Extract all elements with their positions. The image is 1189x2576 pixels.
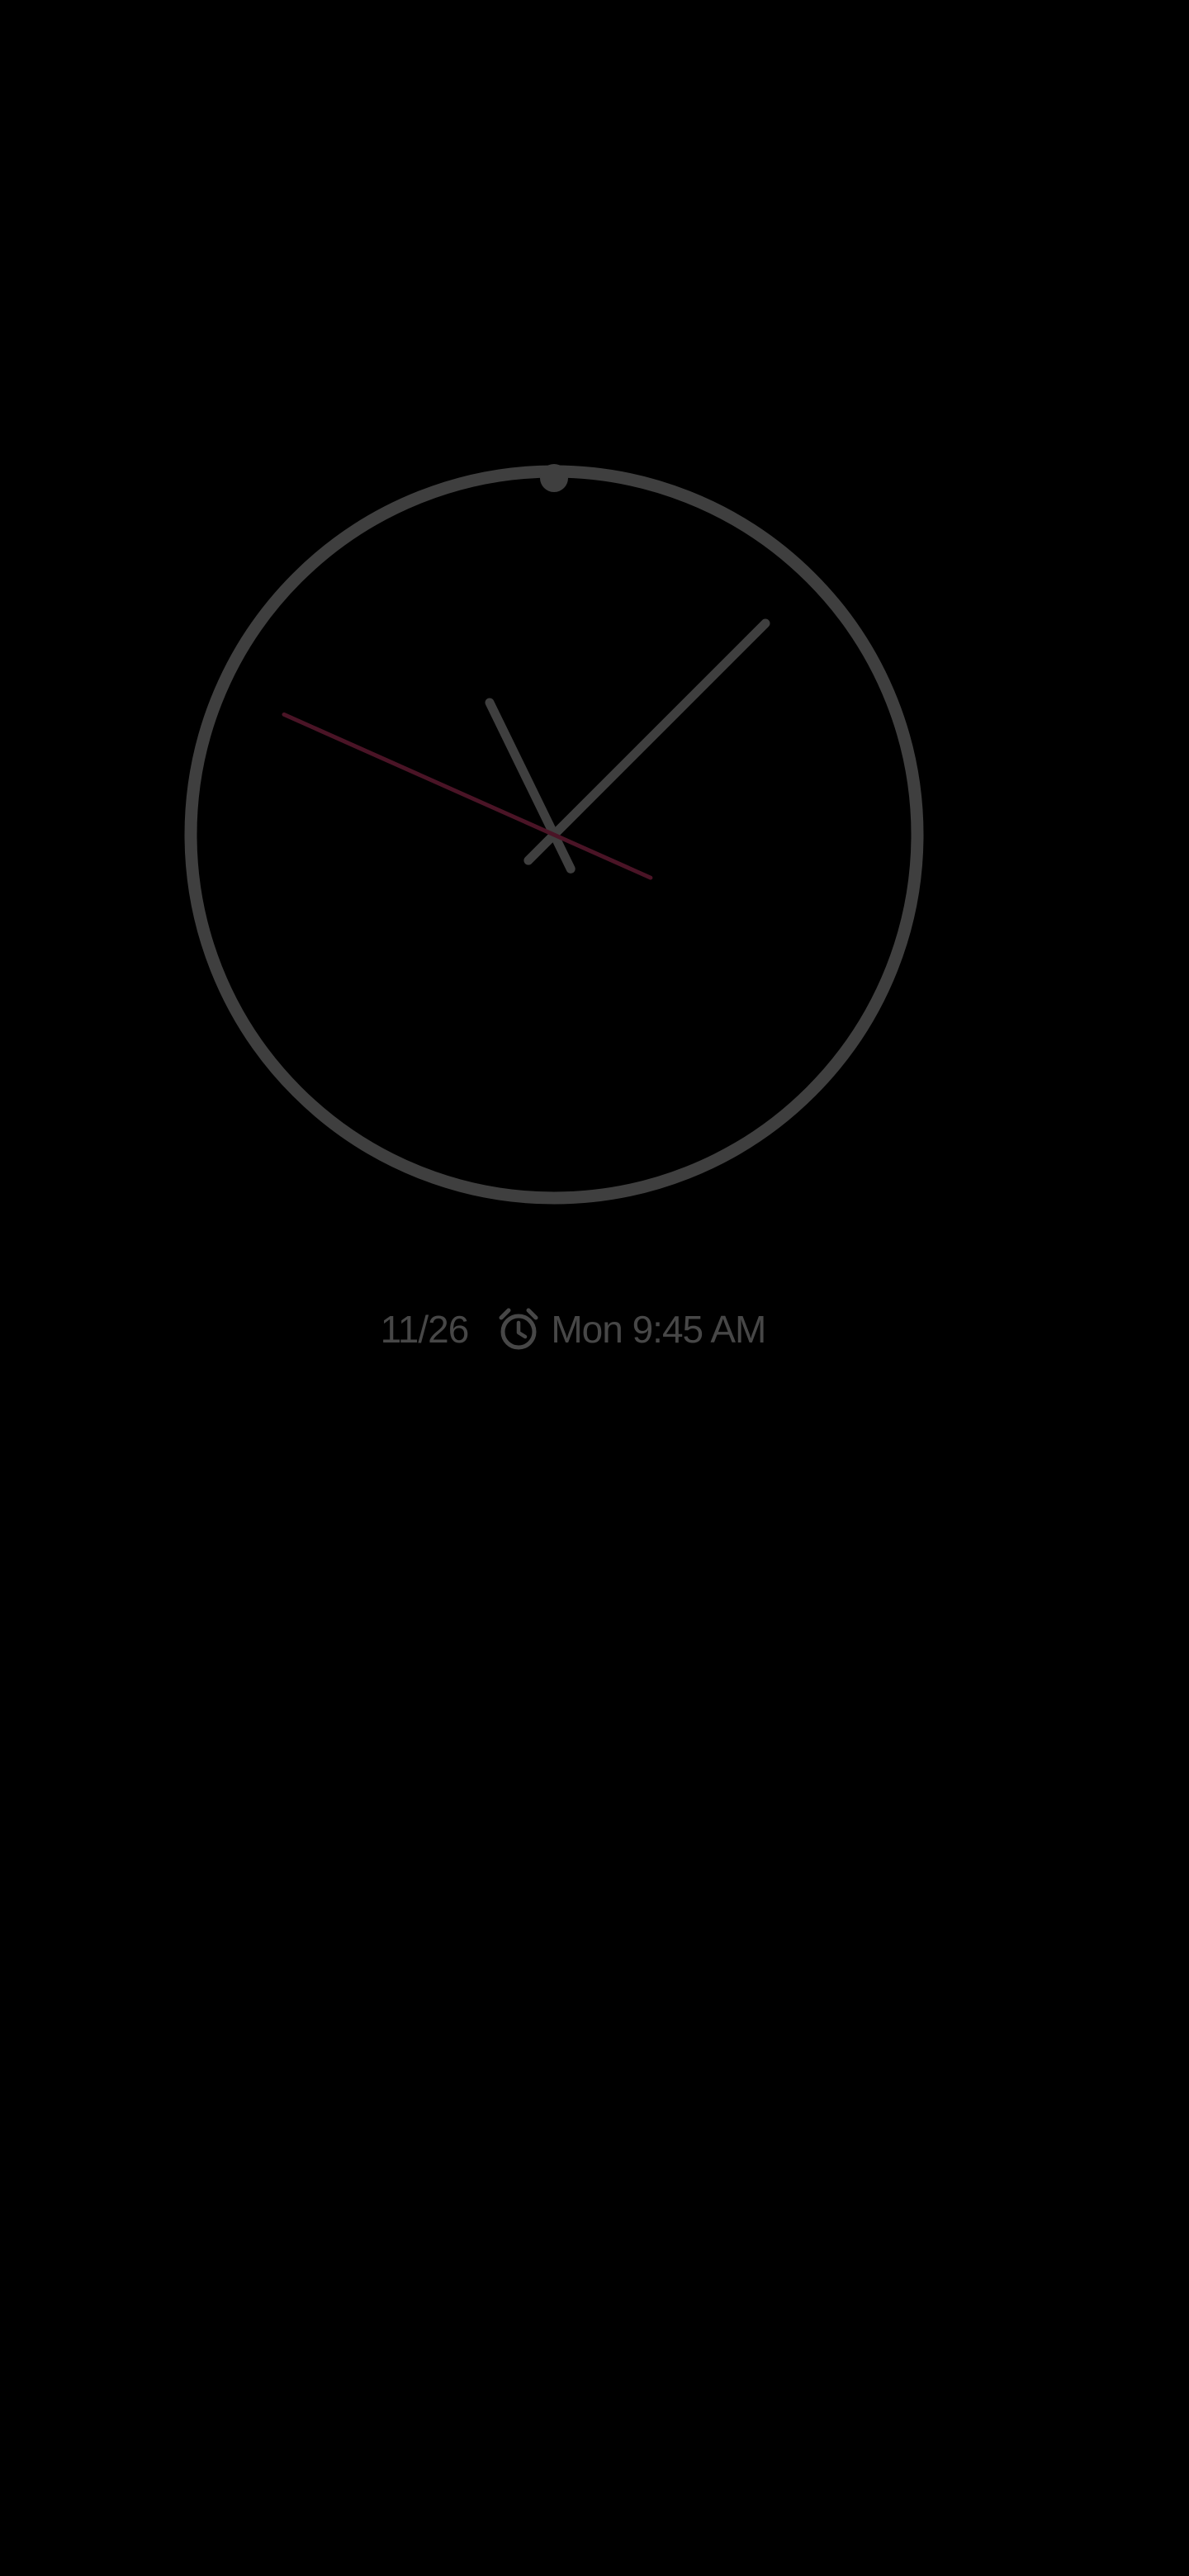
date-and-alarm-row: 11/26 Mon 9:45 AM [0,1303,1189,1356]
alarm-clock-icon [496,1307,541,1352]
next-alarm-label: Mon 9:45 AM [551,1308,766,1351]
always-on-display-screen: { "screen": { "type": "always-on-display… [0,0,1189,2576]
twelve-o-clock-marker [540,464,568,492]
hour-hand [485,698,576,874]
analog-clock [184,464,924,1205]
minute-hand [523,618,770,865]
date-label: 11/26 [380,1308,470,1351]
